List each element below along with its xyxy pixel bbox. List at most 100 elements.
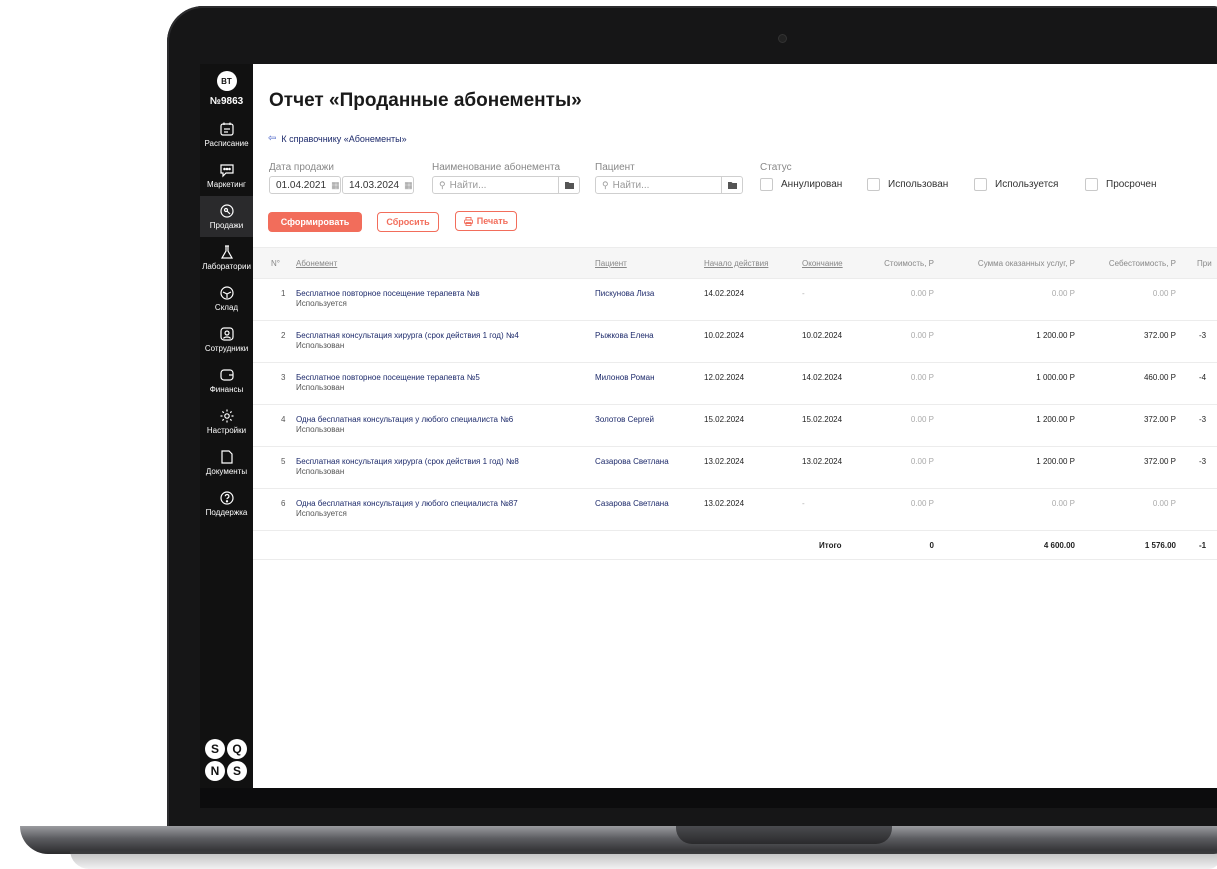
row-number: 2	[281, 331, 286, 340]
patient-label: Пациент	[595, 162, 635, 173]
print-label: Печать	[476, 216, 509, 226]
row-number: 1	[281, 289, 286, 298]
end-date: 14.02.2024	[802, 373, 843, 382]
services-sum: 1 200.00 Р	[1036, 415, 1075, 424]
calendar-icon	[219, 122, 234, 136]
subscription-link[interactable]: Бесплатное повторное посещение терапевта…	[296, 373, 480, 382]
sqns-logo[interactable]: S Q N S	[204, 738, 248, 782]
sidebar-item-label: Лаборатории	[202, 262, 251, 271]
checkbox-label: Просрочен	[1106, 179, 1157, 190]
table-row[interactable]: 5 Бесплатная консультация хирурга (срок …	[253, 446, 1217, 489]
subscription-status: Используется	[296, 299, 347, 308]
folder-icon[interactable]	[721, 177, 742, 193]
date-to-field[interactable]: 14.03.2024 ▦	[342, 176, 414, 194]
table-total-row: Итого 0 4 600.00 1 576.00 -1	[253, 529, 1217, 560]
laptop-notch	[676, 826, 892, 844]
help-icon	[219, 491, 234, 505]
sidebar-item-labs[interactable]: Лаборатории	[200, 237, 253, 278]
prime-cost: 372.00 Р	[1143, 331, 1176, 340]
sidebar-item-marketing[interactable]: Маркетинг	[200, 155, 253, 196]
col-end[interactable]: Окончание	[802, 259, 843, 268]
col-patient[interactable]: Пациент	[595, 259, 627, 268]
reset-button[interactable]: Сбросить	[377, 212, 439, 232]
sidebar-item-warehouse[interactable]: Склад	[200, 278, 253, 319]
patient-link[interactable]: Рыжкова Елена	[595, 331, 654, 340]
checkbox-box[interactable]	[867, 178, 880, 191]
patient-placeholder: Найти...	[612, 179, 650, 191]
patient-search-input[interactable]: ⚲ Найти...	[595, 176, 743, 194]
col-services-sum: Сумма оказанных услуг, Р	[977, 259, 1075, 268]
subscription-link[interactable]: Бесплатное повторное посещение терапевта…	[296, 289, 480, 298]
checkbox-box[interactable]	[1085, 178, 1098, 191]
prime-cost: 372.00 Р	[1143, 457, 1176, 466]
back-link[interactable]: ⇦ К справочнику «Абонементы»	[268, 133, 407, 144]
col-start[interactable]: Начало действия	[704, 259, 768, 268]
col-prime-cost: Себестоимость, Р	[1108, 259, 1176, 268]
table-row[interactable]: 2 Бесплатная консультация хирурга (срок …	[253, 320, 1217, 363]
col-number: N°	[271, 259, 280, 268]
row-number: 5	[281, 457, 286, 466]
services-sum: 1 200.00 Р	[1036, 331, 1075, 340]
svg-text:N: N	[211, 764, 220, 778]
subscription-link[interactable]: Одна бесплатная консультация у любого сп…	[296, 415, 513, 424]
prime-cost: 460.00 Р	[1143, 373, 1176, 382]
sidebar-item-staff[interactable]: Сотрудники	[200, 319, 253, 360]
profit: -3	[1199, 457, 1207, 466]
end-date: -	[802, 499, 805, 508]
camera	[778, 34, 787, 43]
prime-cost: 0.00 Р	[1152, 499, 1176, 508]
folder-icon[interactable]	[558, 177, 579, 193]
sidebar-item-label: Расписание	[204, 139, 249, 148]
col-subscription[interactable]: Абонемент	[296, 259, 337, 268]
checkbox-label: Использован	[888, 179, 949, 190]
subscription-link[interactable]: Одна бесплатная консультация у любого сп…	[296, 499, 518, 508]
subscription-search-input[interactable]: ⚲ Найти...	[432, 176, 580, 194]
table-header: N° Абонемент Пациент Начало действия Око…	[253, 247, 1217, 279]
table-row[interactable]: 3 Бесплатное повторное посещение терапев…	[253, 362, 1217, 405]
checkbox-box[interactable]	[760, 178, 773, 191]
patient-link[interactable]: Милонов Роман	[595, 373, 654, 382]
subscription-placeholder: Найти...	[449, 179, 487, 191]
start-date: 10.02.2024	[704, 331, 745, 340]
sidebar-item-support[interactable]: Поддержка	[200, 483, 253, 524]
sidebar-item-label: Настройки	[206, 426, 247, 435]
total-label: Итого	[819, 541, 842, 550]
checkbox-box[interactable]	[974, 178, 987, 191]
sidebar-item-settings[interactable]: Настройки	[200, 401, 253, 442]
search-icon: ⚲	[602, 179, 609, 190]
status-expired-checkbox[interactable]: Просрочен	[1085, 178, 1157, 191]
total-services-sum: 4 600.00	[1043, 541, 1075, 550]
checkbox-label: Используется	[995, 179, 1059, 190]
sidebar-item-documents[interactable]: Документы	[200, 442, 253, 483]
table-row[interactable]: 6 Одна бесплатная консультация у любого …	[253, 488, 1217, 531]
print-button[interactable]: Печать	[455, 211, 517, 231]
tag-icon	[219, 204, 234, 218]
cost: 0.00 Р	[910, 457, 934, 466]
date-from-field[interactable]: 01.04.2021 ▦	[269, 176, 341, 194]
subscription-status: Использован	[296, 425, 345, 434]
account-avatar[interactable]: BT	[216, 71, 237, 91]
box-icon	[219, 286, 234, 300]
total-prime-cost: 1 576.00	[1144, 541, 1176, 550]
patient-link[interactable]: Пискунова Лиза	[595, 289, 654, 298]
patient-link[interactable]: Сазарова Светлана	[595, 457, 669, 466]
status-used-checkbox[interactable]: Использован	[867, 178, 948, 191]
status-cancelled-checkbox[interactable]: Аннулирован	[760, 178, 842, 191]
profit: -3	[1199, 415, 1207, 424]
patient-link[interactable]: Золотов Сергей	[595, 415, 654, 424]
table-row[interactable]: 1 Бесплатное повторное посещение терапев…	[253, 278, 1217, 321]
sidebar-item-sales[interactable]: Продажи	[200, 196, 253, 237]
cost: 0.00 Р	[910, 499, 934, 508]
patient-link[interactable]: Сазарова Светлана	[595, 499, 669, 508]
sidebar-item-schedule[interactable]: Расписание	[200, 114, 253, 155]
subscription-link[interactable]: Бесплатная консультация хирурга (срок де…	[296, 331, 519, 340]
table-row[interactable]: 4 Одна бесплатная консультация у любого …	[253, 404, 1217, 447]
generate-button[interactable]: Сформировать	[268, 212, 362, 232]
flask-icon	[220, 245, 233, 259]
sidebar-item-label: Финансы	[209, 385, 244, 394]
sidebar-item-finance[interactable]: Финансы	[200, 360, 253, 401]
status-in-use-checkbox[interactable]: Используется	[974, 178, 1058, 191]
subscription-link[interactable]: Бесплатная консультация хирурга (срок де…	[296, 457, 519, 466]
search-icon: ⚲	[439, 179, 446, 190]
services-sum: 0.00 Р	[1051, 499, 1075, 508]
